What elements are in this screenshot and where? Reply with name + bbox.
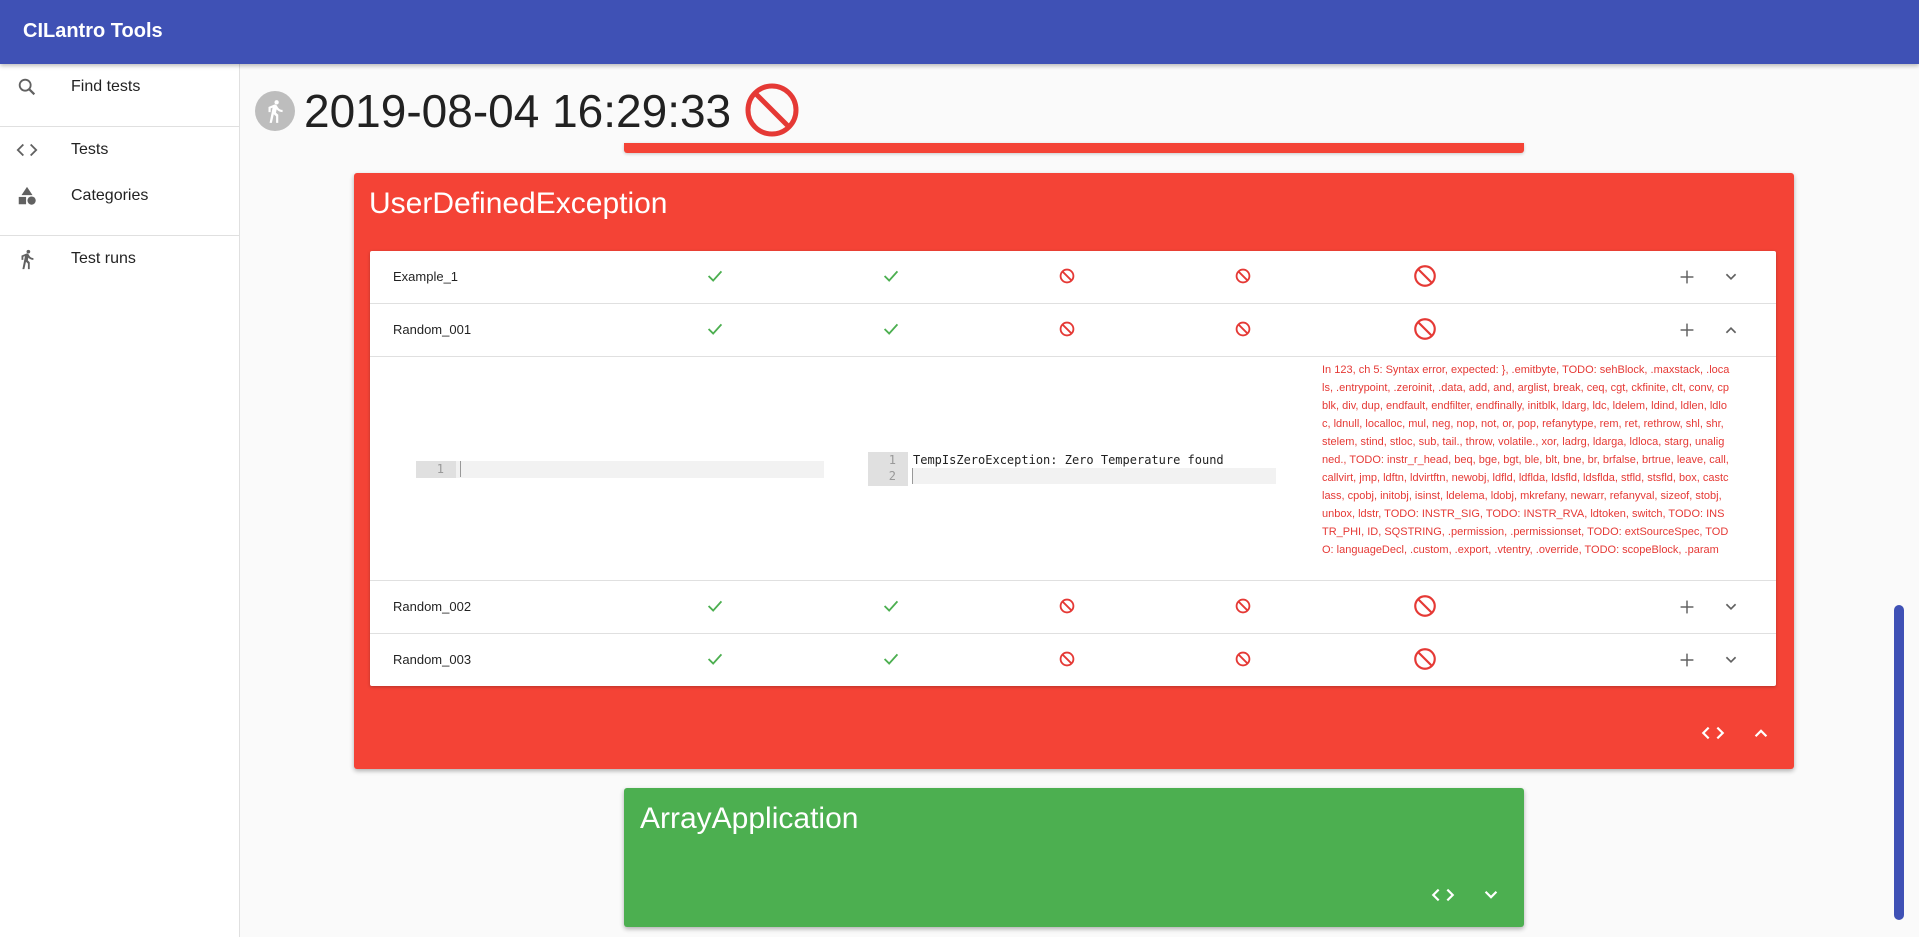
chevron-down-icon[interactable] — [1478, 882, 1504, 908]
code-line: TempIsZeroException: Zero Temperature fo… — [913, 453, 1224, 467]
collapsed-category-card-edge — [624, 143, 1524, 153]
blocked-icon — [1059, 321, 1075, 337]
nav-item-label: Tests — [71, 141, 109, 158]
nav-item-categories[interactable]: Categories — [0, 173, 239, 219]
code-line — [460, 461, 824, 477]
check-icon — [707, 653, 723, 665]
category-title: UserDefinedException — [369, 187, 668, 220]
output-code-editor[interactable]: 1 2 TempIsZeroException: Zero Temperatur… — [868, 452, 1276, 486]
chevron-down-icon[interactable] — [1720, 266, 1742, 288]
add-icon[interactable] — [1676, 319, 1698, 341]
line-number: 2 — [888, 469, 896, 483]
add-icon[interactable] — [1676, 596, 1698, 618]
nav-item-find-tests[interactable]: Find tests — [0, 64, 239, 110]
code-line — [912, 468, 1276, 484]
blocked-icon — [1235, 598, 1251, 614]
nav-item-label: Test runs — [71, 250, 136, 267]
chevron-down-icon[interactable] — [1720, 649, 1742, 671]
check-icon — [707, 323, 723, 335]
table-row[interactable]: Random_003 — [370, 634, 1776, 686]
add-icon[interactable] — [1676, 266, 1698, 288]
blocked-icon — [1414, 648, 1436, 670]
nav-item-label: Categories — [71, 187, 149, 204]
check-icon — [707, 270, 723, 282]
test-name[interactable]: Random_003 — [393, 652, 471, 667]
check-icon — [883, 323, 899, 335]
run-status-avatar — [255, 91, 295, 131]
table-row[interactable]: Example_1 — [370, 251, 1776, 304]
code-icon[interactable] — [1430, 882, 1456, 908]
code-area[interactable] — [456, 461, 824, 478]
add-icon[interactable] — [1676, 649, 1698, 671]
app-bar: CILantro Tools — [0, 0, 1919, 64]
code-icon — [16, 143, 38, 157]
category-title: ArrayApplication — [640, 802, 859, 835]
blocked-icon — [1235, 651, 1251, 667]
test-name[interactable]: Random_001 — [393, 322, 471, 337]
line-number-gutter: 1 2 — [868, 452, 908, 486]
run-icon — [21, 249, 34, 270]
check-icon — [883, 600, 899, 612]
nav-item-test-runs[interactable]: Test runs — [0, 236, 239, 282]
category-card-arrayapplication: ArrayApplication — [624, 788, 1524, 927]
page-title: 2019-08-04 16:29:33 — [304, 85, 732, 137]
blocked-icon — [1059, 598, 1075, 614]
blocked-icon — [1235, 268, 1251, 284]
chevron-down-icon[interactable] — [1720, 596, 1742, 618]
blocked-icon — [1414, 318, 1436, 340]
input-code-editor[interactable]: 1 — [416, 461, 824, 478]
check-icon — [707, 600, 723, 612]
category-card-userdefinedexception: UserDefinedException Example_1 Random_00… — [354, 173, 1794, 769]
blocked-icon — [745, 83, 799, 137]
scrollbar-thumb[interactable] — [1894, 605, 1904, 920]
search-icon — [18, 78, 36, 96]
blocked-icon — [1414, 595, 1436, 617]
chevron-up-icon[interactable] — [1720, 319, 1742, 341]
test-detail-panel: 1 1 2 TempIsZeroException: Zero Temperat… — [370, 357, 1776, 581]
table-row[interactable]: Random_002 — [370, 581, 1776, 634]
table-row[interactable]: Random_001 — [370, 304, 1776, 357]
line-number-gutter: 1 — [416, 461, 456, 478]
blocked-icon — [1059, 651, 1075, 667]
sidebar: Find tests Tests Categories Test runs — [0, 64, 240, 937]
code-area[interactable]: TempIsZeroException: Zero Temperature fo… — [908, 452, 1276, 486]
nav-item-label: Find tests — [71, 78, 141, 95]
app-title[interactable]: CILantro Tools — [23, 20, 163, 43]
line-number: 1 — [436, 462, 444, 476]
blocked-icon — [1235, 321, 1251, 337]
line-number: 1 — [888, 453, 896, 467]
error-message: In 123, ch 5: Syntax error, expected: },… — [1322, 364, 1730, 556]
test-name[interactable]: Example_1 — [393, 269, 458, 284]
run-icon — [268, 100, 283, 123]
category-shapes-icon — [18, 186, 36, 205]
nav-item-tests[interactable]: Tests — [0, 127, 239, 173]
code-icon[interactable] — [1700, 720, 1726, 746]
chevron-up-icon[interactable] — [1748, 720, 1774, 746]
blocked-icon — [1414, 265, 1436, 287]
test-name[interactable]: Random_002 — [393, 599, 471, 614]
test-results-table: Example_1 Random_001 1 1 2 TempIsZeroExc… — [370, 251, 1776, 686]
check-icon — [883, 270, 899, 282]
check-icon — [883, 653, 899, 665]
blocked-icon — [1059, 268, 1075, 284]
